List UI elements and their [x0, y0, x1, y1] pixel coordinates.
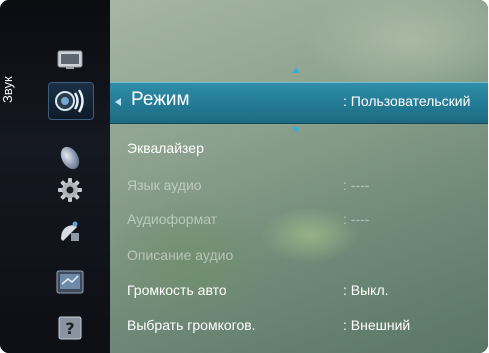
- input-icon[interactable]: [48, 214, 92, 250]
- section-label: Звук: [0, 76, 15, 104]
- audio-language-value: : ----: [343, 177, 370, 193]
- svg-text:?: ?: [65, 319, 74, 338]
- support-icon[interactable]: ?: [48, 310, 92, 346]
- menu-item-audio-format: Аудиоформат: [127, 211, 218, 227]
- auto-volume-value: : Выкл.: [343, 282, 389, 298]
- settings-icon[interactable]: [48, 172, 92, 208]
- selected-item-value: : Пользовательский: [343, 93, 471, 109]
- menu-item-equalizer[interactable]: Эквалайзер: [127, 140, 204, 156]
- scroll-up-arrow-icon[interactable]: [291, 66, 301, 74]
- channel-icon[interactable]: [48, 140, 92, 176]
- application-icon[interactable]: [48, 264, 92, 300]
- selected-item-label: Режим: [131, 89, 190, 110]
- menu-item-speaker-select[interactable]: Выбрать громкогов.: [127, 317, 256, 333]
- picture-icon[interactable]: [48, 42, 92, 78]
- menu-item-auto-volume[interactable]: Громкость авто: [127, 282, 227, 298]
- menu-item-audio-language: Язык аудио: [127, 177, 202, 193]
- menu-item-audio-description: Описание аудио: [127, 247, 234, 263]
- left-arrow-icon[interactable]: [114, 97, 122, 107]
- scroll-down-arrow-icon[interactable]: [291, 126, 301, 134]
- sound-icon[interactable]: [48, 82, 94, 120]
- audio-format-value: : ----: [343, 211, 370, 227]
- tv-menu-frame: Звук ? Режим: Пользовательский Эквалайз…: [0, 0, 488, 353]
- speaker-select-value: : Внешний: [343, 317, 411, 333]
